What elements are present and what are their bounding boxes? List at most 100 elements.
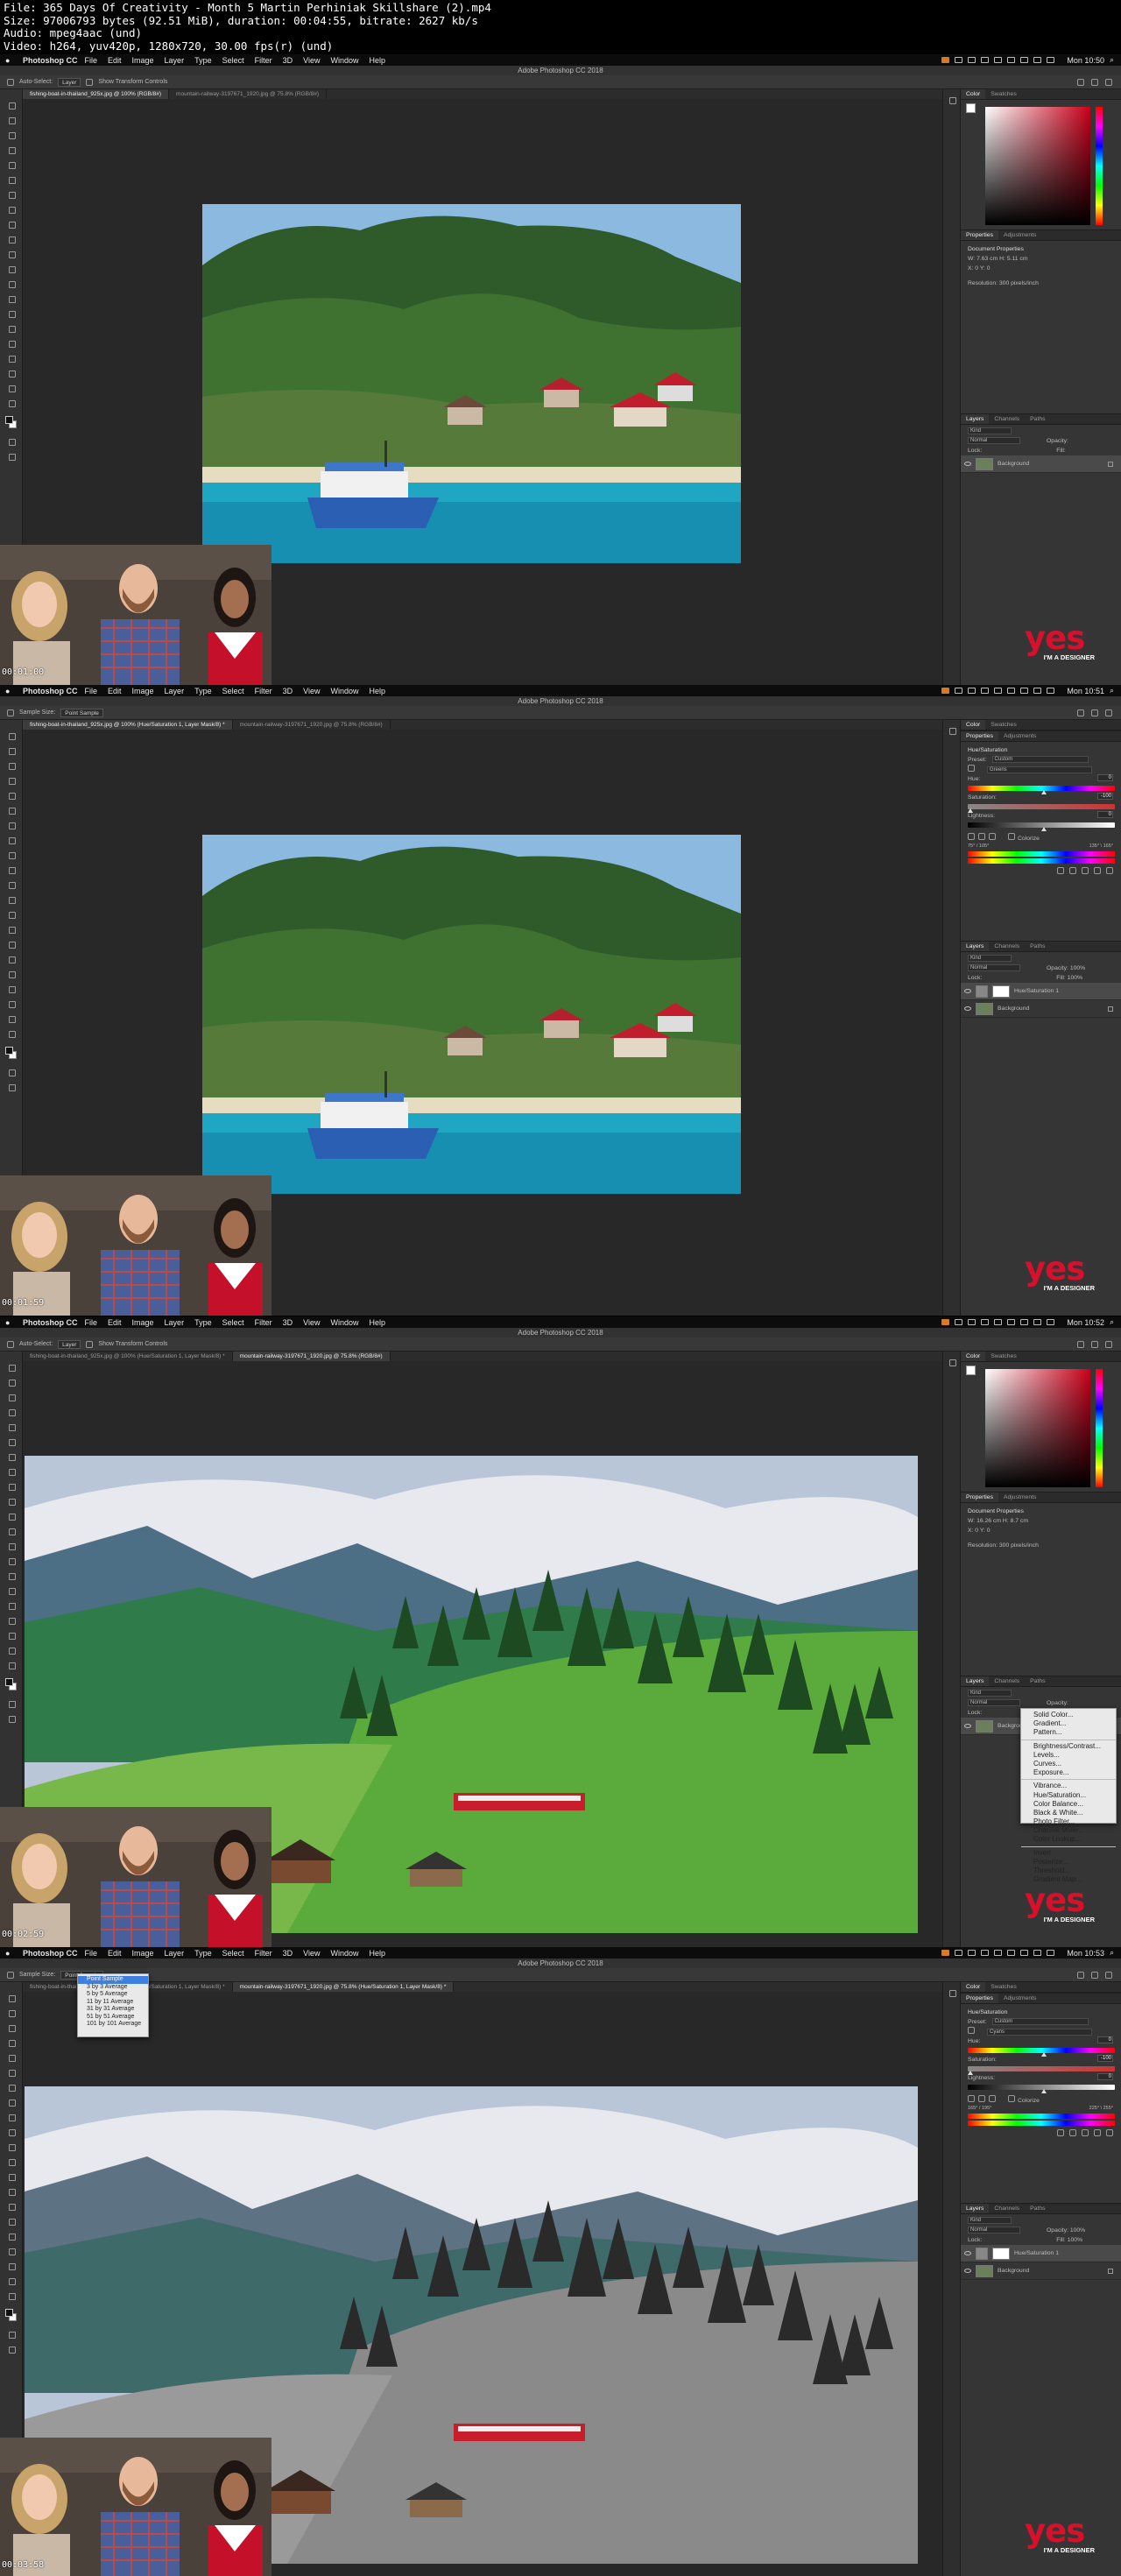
dodge-tool-icon[interactable] xyxy=(8,926,16,934)
preset-select[interactable]: Custom xyxy=(991,756,1089,764)
wifi-icon[interactable] xyxy=(1033,1950,1042,1956)
hue-slider-knob[interactable] xyxy=(1041,790,1047,794)
crop-tool-icon[interactable] xyxy=(8,161,16,169)
shape-tool-icon[interactable] xyxy=(8,1617,16,1625)
camera-icon[interactable] xyxy=(955,1319,963,1325)
menu-item-3d[interactable]: 3D xyxy=(283,1949,293,1958)
pen-tool-icon[interactable] xyxy=(8,941,16,949)
menu-item-file[interactable]: File xyxy=(85,1318,98,1327)
panel-tab[interactable]: Properties xyxy=(961,230,998,240)
layer-name[interactable]: Background xyxy=(998,1006,1029,1012)
battery-icon[interactable] xyxy=(1047,1950,1055,1956)
document-canvas[interactable] xyxy=(202,835,741,1194)
bluetooth-icon[interactable] xyxy=(1007,1319,1016,1325)
lasso-tool-icon[interactable] xyxy=(8,131,16,139)
panel-tab[interactable]: Color xyxy=(961,1982,986,1992)
menu-item-image[interactable]: Image xyxy=(132,1318,154,1327)
menu-item-help[interactable]: Help xyxy=(369,1318,385,1327)
clone-stamp-icon[interactable] xyxy=(8,851,16,859)
document-tab[interactable]: mountain-railway-3197671_1920.jpg @ 75.8… xyxy=(232,1982,455,1992)
adjustment-menu-item[interactable]: Levels... xyxy=(1021,1751,1116,1760)
panel-tab[interactable]: Adjustments xyxy=(998,230,1041,240)
blend-mode-select[interactable]: Normal xyxy=(968,2227,1020,2234)
adjustment-menu-item[interactable]: Gradient... xyxy=(1021,1719,1116,1728)
adjustment-menu-item[interactable]: Brightness/Contrast... xyxy=(1021,1742,1116,1751)
camera-icon[interactable] xyxy=(955,57,963,63)
lasso-tool-icon[interactable] xyxy=(8,1394,16,1401)
crop-tool-icon[interactable] xyxy=(8,792,16,800)
search-icon[interactable] xyxy=(1077,1340,1084,1348)
history-panel-icon[interactable] xyxy=(948,1989,956,1997)
volume-icon[interactable] xyxy=(1020,1950,1029,1956)
colorize-checkbox[interactable] xyxy=(1008,833,1015,840)
menu-item-image[interactable]: Image xyxy=(132,56,154,65)
preset-select[interactable]: Custom xyxy=(991,2018,1089,2026)
workspace-icon[interactable] xyxy=(1091,78,1098,86)
hue-slider[interactable] xyxy=(968,786,1115,794)
eyedropper-tool-icon[interactable] xyxy=(8,1438,16,1446)
panel-tab[interactable]: Properties xyxy=(961,1994,998,2003)
sample-size-option[interactable]: 101 by 101 Average xyxy=(78,2021,148,2029)
sample-size-option[interactable]: 51 by 51 Average xyxy=(78,2014,148,2022)
quick-mask-icon[interactable] xyxy=(8,438,16,446)
adjustment-menu-item[interactable]: Color Lookup... xyxy=(1021,1835,1116,1844)
workspace-icon[interactable] xyxy=(1091,709,1098,716)
sample-size-option[interactable]: 11 by 11 Average xyxy=(78,1999,148,2007)
healing-tool-icon[interactable] xyxy=(8,822,16,829)
wifi-icon[interactable] xyxy=(1033,1319,1042,1325)
adjustment-menu-item[interactable]: Vibrance... xyxy=(1021,1782,1116,1790)
opacity-label[interactable]: Opacity: xyxy=(1047,438,1068,444)
layer-filter-select[interactable]: Kind xyxy=(968,427,1012,435)
panel-tab[interactable]: Color xyxy=(961,1352,986,1361)
lasso-tool-icon[interactable] xyxy=(8,762,16,770)
more-tools-icon[interactable] xyxy=(8,1662,16,1669)
panel-tab[interactable]: Paths xyxy=(1025,1676,1050,1686)
checkbox[interactable] xyxy=(86,1340,94,1348)
layer-row[interactable]: Background xyxy=(961,1000,1121,1018)
layer-mask-thumbnail[interactable] xyxy=(992,2247,1010,2260)
panel-tab[interactable]: Layers xyxy=(961,1676,990,1686)
opacity-label[interactable]: Opacity: 100% xyxy=(1047,2227,1085,2234)
panel-tab[interactable]: Color xyxy=(961,89,986,99)
menu-item-edit[interactable]: Edit xyxy=(108,1949,122,1958)
lightness-slider-knob[interactable] xyxy=(1041,827,1047,831)
menu-item-3d[interactable]: 3D xyxy=(283,1318,293,1327)
panel-tab[interactable]: Properties xyxy=(961,1493,998,1502)
menu-item-type[interactable]: Type xyxy=(194,1318,212,1327)
view-previous-icon[interactable] xyxy=(1069,2129,1076,2136)
panel-tab[interactable]: Paths xyxy=(1025,2204,1050,2213)
fill-label[interactable]: Fill: 100% xyxy=(1056,975,1082,981)
layer-filter-select[interactable]: Kind xyxy=(968,955,1012,963)
history-brush-icon[interactable] xyxy=(8,236,16,243)
record-icon[interactable] xyxy=(968,688,976,694)
color-picker-field[interactable] xyxy=(985,107,1090,225)
zoom-tool-icon[interactable] xyxy=(8,2277,16,2285)
layer-mask-thumbnail[interactable] xyxy=(992,985,1010,998)
quick-mask-icon[interactable] xyxy=(8,1700,16,1708)
history-brush-icon[interactable] xyxy=(8,1498,16,1506)
app-menu[interactable]: Photoshop CC xyxy=(23,1318,78,1327)
eyedropper-tool-icon[interactable] xyxy=(8,2069,16,2077)
blend-mode-select[interactable]: Normal xyxy=(968,437,1020,445)
sample-size-option[interactable]: 5 by 5 Average xyxy=(78,1991,148,1999)
move-tool-icon[interactable] xyxy=(8,732,16,740)
color-chip[interactable] xyxy=(966,1366,976,1375)
menu-item-view[interactable]: View xyxy=(303,1949,320,1958)
menu-item-select[interactable]: Select xyxy=(222,1318,244,1327)
brush-tool-icon[interactable] xyxy=(8,1468,16,1476)
hand-tool-icon[interactable] xyxy=(8,2262,16,2270)
crop-tool-icon[interactable] xyxy=(8,1423,16,1431)
dropbox-icon[interactable] xyxy=(941,1950,950,1956)
lightness-value[interactable]: 0 xyxy=(1097,811,1113,818)
quick-select-tool-icon[interactable] xyxy=(8,777,16,785)
panel-tab[interactable]: Swatches xyxy=(985,1982,1021,1992)
pen-tool-icon[interactable] xyxy=(8,310,16,318)
layer-row[interactable]: Background xyxy=(961,2262,1121,2280)
document-tab[interactable]: mountain-railway-3197671_1920.jpg @ 75.8… xyxy=(232,1352,391,1361)
menu-item-view[interactable]: View xyxy=(303,687,320,695)
panel-tab[interactable]: Adjustments xyxy=(998,1493,1041,1502)
blend-mode-select[interactable]: Normal xyxy=(968,1699,1020,1707)
fill-label[interactable]: Fill: xyxy=(1056,448,1066,454)
colorize-checkbox[interactable] xyxy=(1008,2095,1015,2102)
panel-tab[interactable]: Swatches xyxy=(985,720,1021,730)
